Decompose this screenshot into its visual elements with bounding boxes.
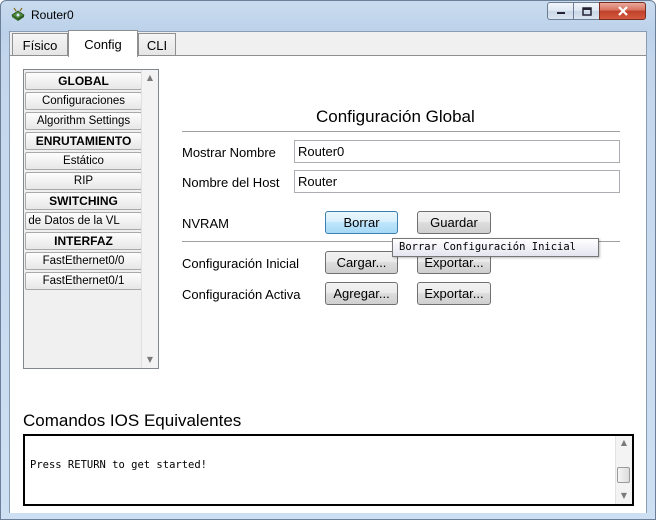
minimize-button[interactable] bbox=[547, 2, 574, 20]
hostname-input[interactable]: Router bbox=[294, 170, 620, 193]
tab-fisico[interactable]: Físico bbox=[12, 33, 68, 57]
ios-commands-title: Comandos IOS Equivalentes bbox=[23, 411, 242, 430]
sidebar-item-fastethernet0-0[interactable]: FastEthernet0/0 bbox=[25, 252, 142, 270]
sidebar-header-switching[interactable]: SWITCHING bbox=[25, 192, 142, 210]
display-name-label: Mostrar Nombre bbox=[182, 145, 276, 160]
console-text: Press RETURN to get started! bbox=[30, 459, 208, 471]
console-scroll-thumb[interactable] bbox=[617, 467, 630, 483]
hostname-label: Nombre del Host bbox=[182, 175, 280, 190]
sidebar-header-global[interactable]: GLOBAL bbox=[25, 72, 142, 90]
console-scrollbar[interactable]: ▲ ▼ bbox=[615, 436, 632, 504]
scroll-up-arrow-icon[interactable]: ▲ bbox=[145, 73, 155, 83]
title-bar[interactable]: Router0 bbox=[1, 1, 655, 29]
window-client-area: Físico Config CLI GLOBAL Configuraciones… bbox=[9, 30, 647, 513]
erase-nvram-button[interactable]: Borrar bbox=[325, 211, 398, 234]
sidebar-header-enrutamiento[interactable]: ENRUTAMIENTO bbox=[25, 132, 142, 150]
sidebar-scrollbar[interactable]: ▲ ▼ bbox=[141, 70, 158, 368]
sidebar-item-rip[interactable]: RIP bbox=[25, 172, 142, 190]
window-title: Router0 bbox=[31, 8, 74, 22]
close-icon bbox=[617, 6, 628, 16]
tab-cli[interactable]: CLI bbox=[138, 33, 176, 57]
tab-config[interactable]: Config bbox=[68, 30, 138, 57]
maximize-button[interactable] bbox=[573, 2, 600, 20]
sidebar-item-vlan-database[interactable]: se de Datos de la VL bbox=[25, 212, 142, 230]
ios-console-output[interactable]: Press RETURN to get started! ▲ ▼ bbox=[23, 434, 634, 506]
scroll-down-arrow-icon[interactable]: ▼ bbox=[145, 355, 155, 365]
page-title: Configuración Global bbox=[316, 107, 475, 126]
save-nvram-button[interactable]: Guardar bbox=[417, 211, 491, 234]
heading-divider bbox=[182, 131, 620, 133]
load-startup-config-button[interactable]: Cargar... bbox=[325, 251, 398, 274]
display-name-input[interactable]: Router0 bbox=[294, 140, 620, 163]
erase-tooltip: Borrar Configuración Inicial bbox=[392, 238, 599, 257]
sidebar-item-estatico[interactable]: Estático bbox=[25, 152, 142, 170]
router-app-icon bbox=[11, 7, 25, 21]
merge-running-config-button[interactable]: Agregar... bbox=[325, 282, 398, 305]
startup-config-label: Configuración Inicial bbox=[182, 256, 300, 271]
console-scroll-down-icon[interactable]: ▼ bbox=[619, 491, 629, 501]
sidebar-item-fastethernet0-1[interactable]: FastEthernet0/1 bbox=[25, 272, 142, 290]
export-running-config-button[interactable]: Exportar... bbox=[417, 282, 491, 305]
minimize-icon bbox=[556, 12, 565, 14]
maximize-icon bbox=[581, 6, 592, 16]
router-window: Router0 Físico Config CLI GLOBAL Configu… bbox=[0, 0, 656, 520]
nvram-label: NVRAM bbox=[182, 216, 229, 231]
sidebar-header-interfaz[interactable]: INTERFAZ bbox=[25, 232, 142, 250]
config-tab-panel: GLOBAL Configuraciones Algorithm Setting… bbox=[10, 55, 646, 513]
console-scroll-up-icon[interactable]: ▲ bbox=[619, 438, 629, 448]
sidebar-item-vlan-database-label: se de Datos de la VL bbox=[26, 215, 120, 227]
sidebar-item-configuraciones[interactable]: Configuraciones bbox=[25, 92, 142, 110]
sidebar-item-algorithm-settings[interactable]: Algorithm Settings bbox=[25, 112, 142, 130]
running-config-label: Configuración Activa bbox=[182, 287, 301, 302]
close-button[interactable] bbox=[599, 2, 646, 20]
config-nav-list[interactable]: GLOBAL Configuraciones Algorithm Setting… bbox=[23, 69, 159, 369]
